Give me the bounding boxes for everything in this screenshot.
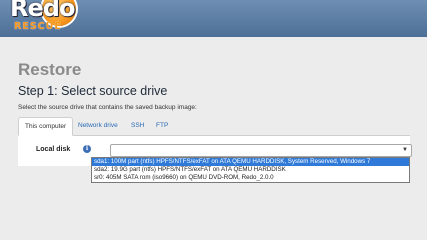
app-header: Redo RESCUE: [0, 0, 427, 37]
local-disk-select[interactable]: ▼: [110, 144, 412, 157]
step-title: Step 1: Select source drive: [18, 84, 168, 98]
chevron-down-icon: ▼: [402, 147, 408, 153]
tab-ftp[interactable]: FTP: [150, 117, 174, 135]
page-title: Restore: [18, 60, 82, 79]
local-disk-dropdown: sda1: 100M part (ntfs) HPFS/NTFS/exFAT o…: [91, 157, 410, 183]
disk-option-sda1[interactable]: sda1: 100M part (ntfs) HPFS/NTFS/exFAT o…: [92, 158, 409, 166]
tab-ssh[interactable]: SSH: [125, 117, 150, 135]
step-description: Select the source drive that contains th…: [18, 104, 197, 111]
source-tabs: This computer Network drive SSH FTP: [18, 117, 410, 136]
info-icon[interactable]: i: [83, 145, 91, 153]
tab-this-computer[interactable]: This computer: [18, 117, 74, 136]
disk-option-sda2[interactable]: sda2: 19.9G part (ntfs) HPFS/NTFS/exFAT …: [92, 166, 409, 174]
logo-subtitle: RESCUE: [14, 21, 62, 32]
redo-logo[interactable]: Redo RESCUE: [4, 0, 94, 37]
tab-network-drive[interactable]: Network drive: [72, 117, 124, 135]
disk-option-sr0[interactable]: sr0: 405M SATA rom (iso9660) on QEMU DVD…: [92, 174, 409, 182]
local-disk-label: Local disk: [36, 146, 71, 153]
logo-name: Redo: [10, 0, 75, 22]
